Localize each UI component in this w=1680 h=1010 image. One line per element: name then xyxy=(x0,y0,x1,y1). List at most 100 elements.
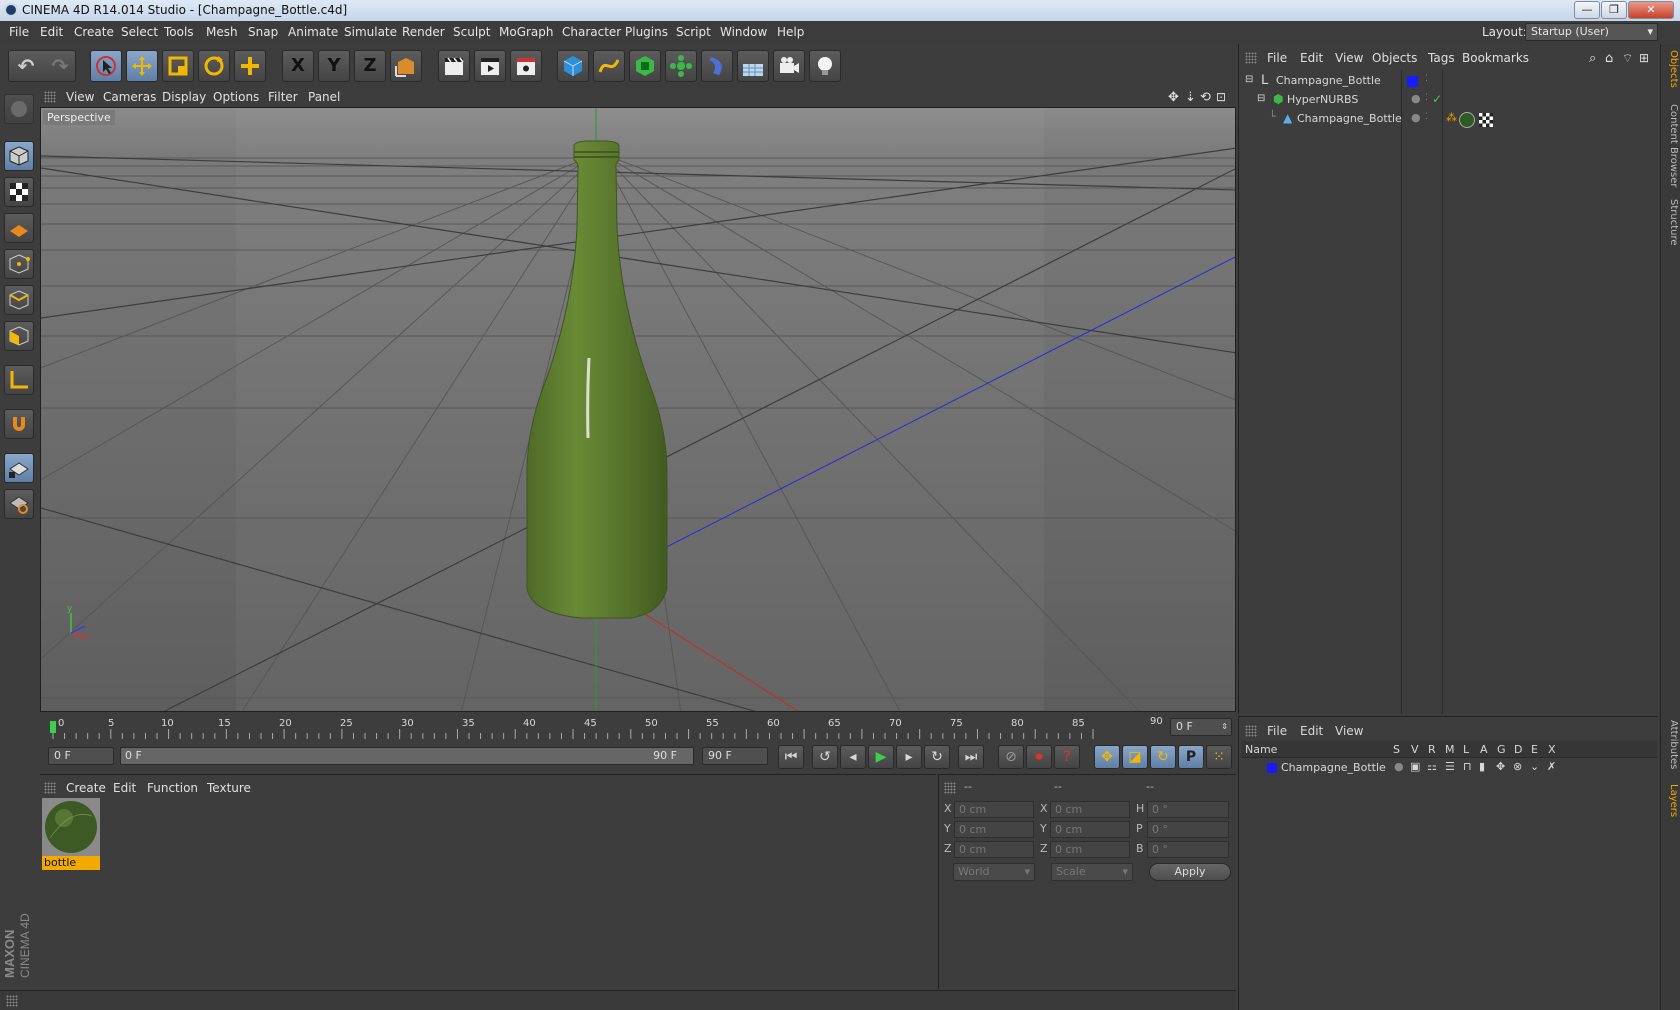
make-editable-button[interactable] xyxy=(4,94,34,124)
material-menu-edit[interactable]: Edit xyxy=(113,781,136,795)
move-tool-button[interactable] xyxy=(126,50,158,82)
menu-snap[interactable]: Snap xyxy=(248,25,278,39)
uvw-tag-icon[interactable] xyxy=(1479,113,1493,127)
material-swatch[interactable]: bottle xyxy=(42,798,100,870)
expression-toggle-icon[interactable]: ⌄ xyxy=(1530,760,1539,773)
layout-select[interactable]: Startup (User) ▾ xyxy=(1525,23,1658,41)
3d-viewport[interactable]: y Perspective xyxy=(40,107,1236,712)
collapse-icon[interactable]: ⌔ xyxy=(1622,51,1633,66)
render-toggle-icon[interactable]: ⚏ xyxy=(1427,760,1437,773)
object-name[interactable]: Champagne_Bottle xyxy=(1297,112,1402,125)
viewport-zoom-icon[interactable]: ⇣ xyxy=(1185,90,1196,105)
viewport-rotate-icon[interactable]: ⟲ xyxy=(1200,90,1211,105)
menu-sculpt[interactable]: Sculpt xyxy=(453,25,490,39)
max-frame-field[interactable]: 90 F xyxy=(702,747,768,765)
column-name[interactable]: Name xyxy=(1245,743,1277,756)
cube-object-button[interactable] xyxy=(557,50,589,82)
viewport-maximize-icon[interactable]: ⊡ xyxy=(1216,90,1226,104)
column-expressions[interactable]: E xyxy=(1531,743,1538,756)
menu-file[interactable]: File xyxy=(9,25,29,39)
transform-mode-select[interactable]: Scale ▾ xyxy=(1051,863,1133,881)
render-view-button[interactable] xyxy=(438,50,470,82)
material-tag-icon[interactable] xyxy=(1459,112,1475,128)
viewport-menu-panel[interactable]: Panel xyxy=(308,90,340,104)
enabled-check-icon[interactable]: ✓ xyxy=(1432,92,1442,106)
view-toggle-icon[interactable]: ▣ xyxy=(1410,760,1420,773)
visibility-dots-icon[interactable]: ⁚ xyxy=(1425,112,1428,122)
nurbs-button[interactable] xyxy=(629,50,661,82)
spline-button[interactable] xyxy=(593,50,625,82)
object-row[interactable]: ⊟ ⬢ HyperNURBS ● ⁚ ✓ xyxy=(1239,91,1657,110)
previous-key-button[interactable]: ↺ xyxy=(812,745,838,769)
size-x-field[interactable]: 0 cm xyxy=(1050,801,1130,818)
points-mode-button[interactable] xyxy=(4,249,34,279)
play-button[interactable]: ▶ xyxy=(868,745,894,769)
size-y-field[interactable]: 0 cm xyxy=(1050,821,1130,838)
layer-color-swatch[interactable] xyxy=(1267,763,1277,773)
menu-help[interactable]: Help xyxy=(777,25,804,39)
position-z-field[interactable]: 0 cm xyxy=(954,841,1034,858)
camera-button[interactable] xyxy=(773,50,805,82)
object-name[interactable]: Champagne_Bottle xyxy=(1276,74,1381,87)
column-view[interactable]: V xyxy=(1411,743,1419,756)
rotation-b-field[interactable]: 0 ° xyxy=(1147,841,1229,858)
keyframe-selection-button[interactable]: ? xyxy=(1054,745,1080,769)
texture-mode-button[interactable] xyxy=(4,177,34,207)
locked-workplane-button[interactable] xyxy=(4,453,34,483)
record-position-button[interactable]: ✥ xyxy=(1094,745,1120,769)
axis-mode-button[interactable] xyxy=(4,365,34,395)
menu-create[interactable]: Create xyxy=(74,25,114,39)
mograph-cloner-button[interactable] xyxy=(665,50,697,82)
layer-row[interactable]: Champagne_Bottle ● ▣ ⚏ ☰ ⊓ ▮ ✥ ⊗ ⌄ ✗ xyxy=(1241,760,1657,778)
menu-script[interactable]: Script xyxy=(676,25,711,39)
object-row[interactable]: ⊟ ᒪ Champagne_Bottle ⁚ xyxy=(1239,72,1657,91)
search-icon[interactable]: ⌕ xyxy=(1589,51,1596,66)
tab-layers[interactable]: Layers xyxy=(1663,784,1679,817)
viewport-menu-options[interactable]: Options xyxy=(213,90,259,104)
objects-menu-edit[interactable]: Edit xyxy=(1300,51,1323,65)
tab-content-browser[interactable]: Content Browser xyxy=(1663,104,1679,187)
position-x-field[interactable]: 0 cm xyxy=(954,801,1034,818)
material-menu-function[interactable]: Function xyxy=(147,781,198,795)
material-menu-texture[interactable]: Texture xyxy=(207,781,251,795)
column-manager[interactable]: M xyxy=(1445,743,1455,756)
menu-mograph[interactable]: MoGraph xyxy=(499,25,554,39)
layers-menu-view[interactable]: View xyxy=(1335,724,1363,738)
coordinate-system-button[interactable] xyxy=(390,50,422,82)
planar-workplane-button[interactable] xyxy=(4,489,34,519)
snap-button[interactable] xyxy=(4,409,34,439)
objects-menu-objects[interactable]: Objects xyxy=(1372,51,1417,65)
edges-mode-button[interactable] xyxy=(4,285,34,315)
undo-icon[interactable]: ↶ xyxy=(9,51,43,81)
column-xref[interactable]: X xyxy=(1548,743,1556,756)
next-frame-button[interactable]: ▸ xyxy=(896,745,922,769)
live-selection-button[interactable] xyxy=(90,50,122,82)
workplane-mode-button[interactable] xyxy=(4,213,34,243)
viewport-menu-view[interactable]: View xyxy=(66,90,94,104)
record-parameter-button[interactable]: P xyxy=(1178,745,1204,769)
menu-character[interactable]: Character xyxy=(562,25,621,39)
polygons-mode-button[interactable] xyxy=(4,321,34,351)
viewport-menu-display[interactable]: Display xyxy=(162,90,206,104)
coordinate-mode-select[interactable]: World ▾ xyxy=(953,863,1035,881)
redo-icon[interactable]: ↷ xyxy=(43,51,77,81)
viewport-menu-filter[interactable]: Filter xyxy=(268,90,298,104)
timeline-ruler[interactable]: 0 5 10 15 20 25 30 35 40 45 50 55 60 65 … xyxy=(40,713,1236,741)
tab-attributes[interactable]: Attributes xyxy=(1663,720,1679,769)
render-settings-button[interactable] xyxy=(510,50,542,82)
rotate-tool-button[interactable] xyxy=(198,50,230,82)
manager-toggle-icon[interactable]: ☰ xyxy=(1445,760,1455,773)
objects-menu-file[interactable]: File xyxy=(1267,51,1287,65)
menu-plugins[interactable]: Plugins xyxy=(625,25,668,39)
z-axis-lock-button[interactable]: Z xyxy=(354,50,386,82)
visibility-dots-icon[interactable]: ⁚ xyxy=(1425,74,1428,84)
layers-menu-file[interactable]: File xyxy=(1267,724,1287,738)
scene-floor-button[interactable] xyxy=(737,50,769,82)
x-axis-lock-button[interactable]: X xyxy=(282,50,314,82)
playhead-marker[interactable] xyxy=(50,721,56,733)
viewport-menu-cameras[interactable]: Cameras xyxy=(103,90,156,104)
go-to-start-button[interactable]: ⏮ xyxy=(778,745,804,769)
expand-toggle-icon[interactable]: ⊟ xyxy=(1257,93,1265,104)
layer-color-swatch[interactable] xyxy=(1407,76,1418,87)
menu-tools[interactable]: Tools xyxy=(164,25,194,39)
